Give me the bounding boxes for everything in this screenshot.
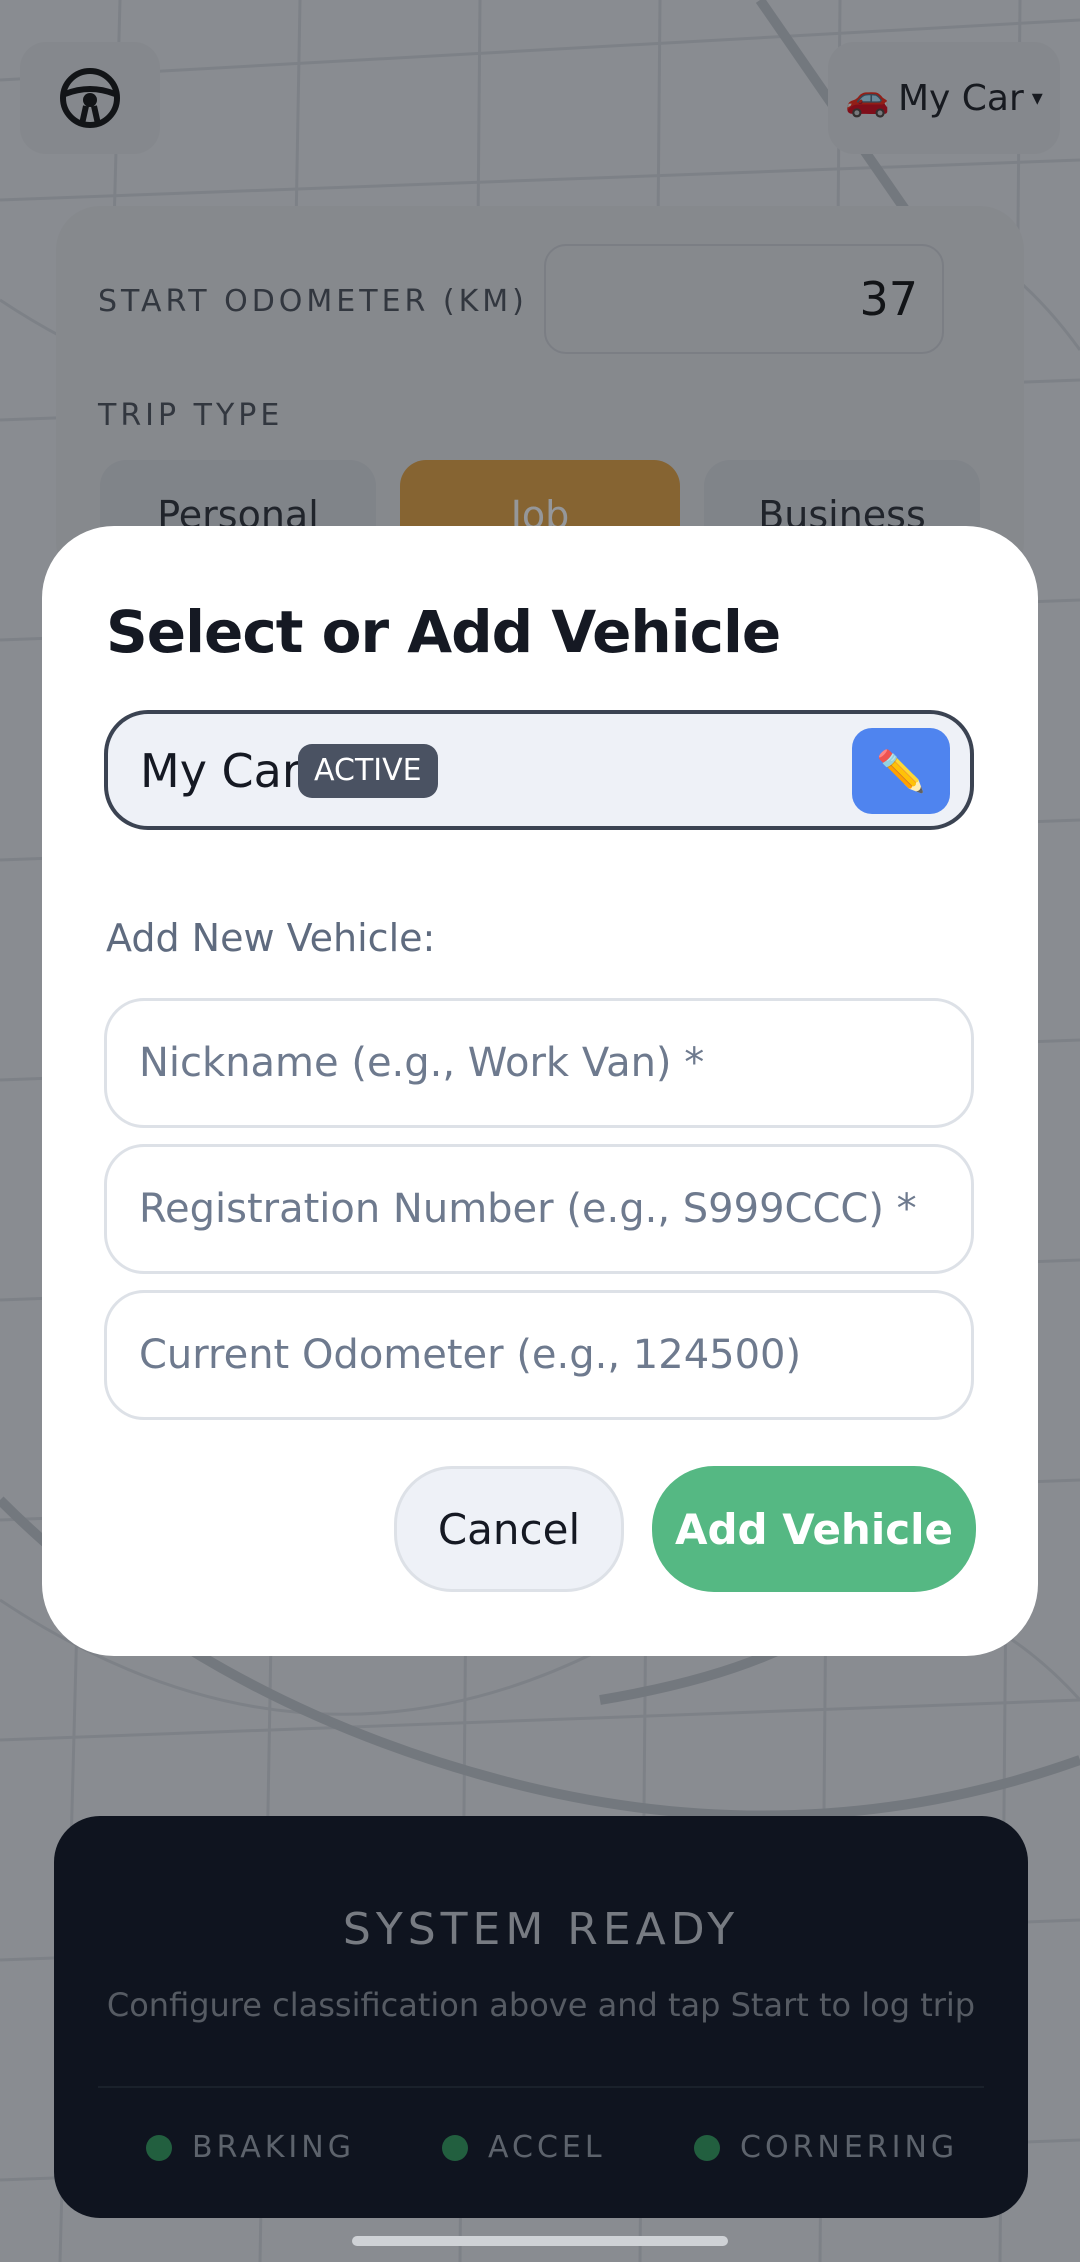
- registration-input[interactable]: [104, 1144, 974, 1274]
- vehicle-name: My Car: [140, 744, 301, 798]
- home-indicator[interactable]: [352, 2236, 728, 2246]
- edit-vehicle-button[interactable]: ✏️: [852, 728, 950, 814]
- nickname-input[interactable]: [104, 998, 974, 1128]
- vehicle-list-item[interactable]: My Car ACTIVE ✏️: [104, 710, 974, 830]
- active-badge: ACTIVE: [298, 744, 438, 798]
- current-odometer-input[interactable]: [104, 1290, 974, 1420]
- modal-title: Select or Add Vehicle: [106, 598, 781, 666]
- cancel-button[interactable]: Cancel: [394, 1466, 624, 1592]
- add-vehicle-label: Add New Vehicle:: [106, 916, 436, 960]
- vehicle-modal: Select or Add Vehicle My Car ACTIVE ✏️ A…: [42, 526, 1038, 1656]
- add-vehicle-button[interactable]: Add Vehicle: [652, 1466, 976, 1592]
- pencil-icon: ✏️: [876, 748, 926, 795]
